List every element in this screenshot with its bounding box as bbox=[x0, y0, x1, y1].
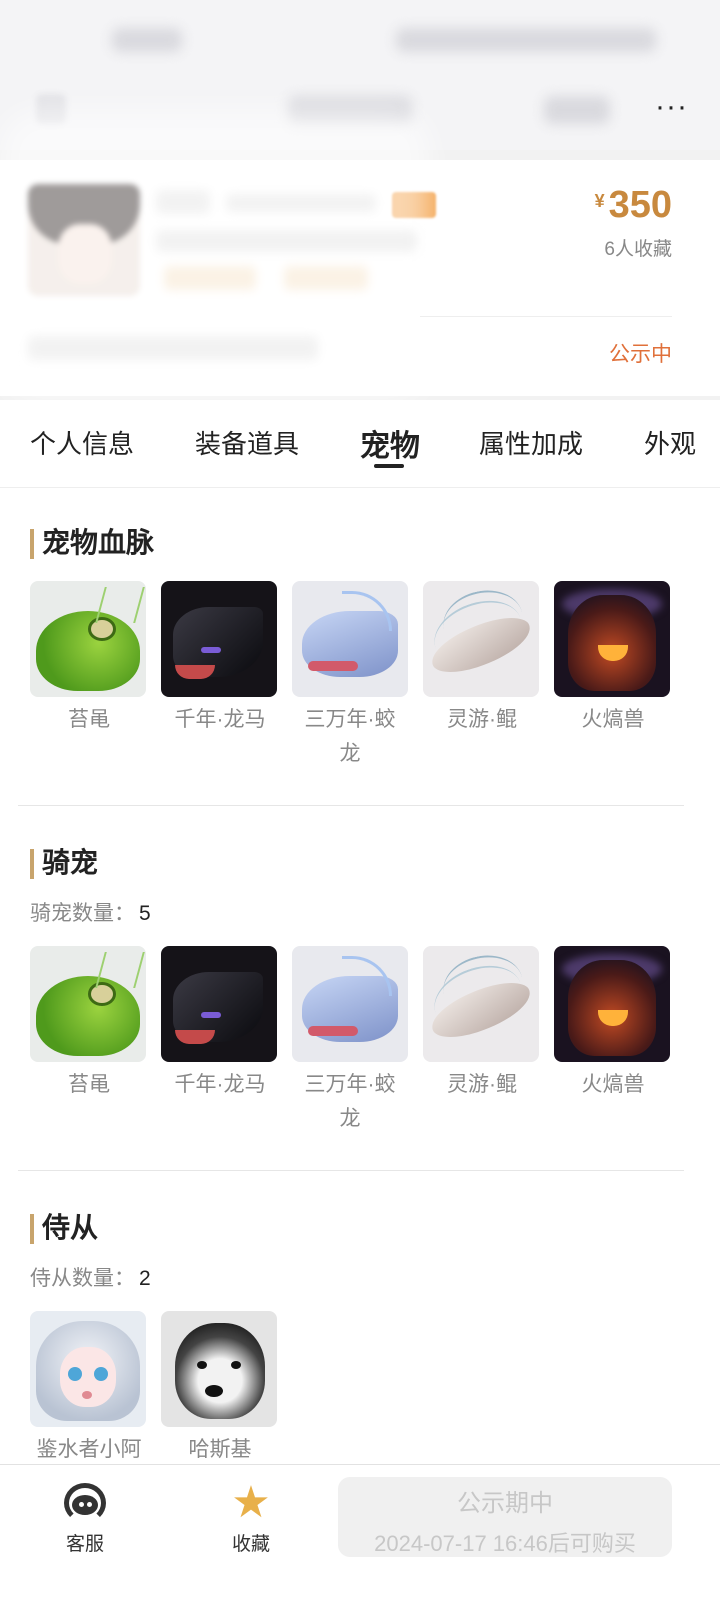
follower-name: 鉴水者小阿 bbox=[36, 1438, 142, 1461]
pet-item[interactable]: 千年·龙马 bbox=[161, 581, 279, 737]
count-label: 骑宠数量： bbox=[30, 902, 135, 925]
pet-name: 千年·龙马 bbox=[174, 708, 266, 731]
kun-icon bbox=[423, 581, 539, 697]
pet-name: 三万年·蛟龙 bbox=[304, 1073, 396, 1130]
tab-personal-info[interactable]: 个人信息 bbox=[30, 424, 134, 461]
section-divider bbox=[18, 805, 684, 806]
customer-service-button[interactable]: 客服 bbox=[40, 1481, 130, 1556]
follower-name: 哈斯基 bbox=[188, 1438, 252, 1461]
count-value: 2 bbox=[139, 1267, 151, 1290]
pet-item[interactable]: 三万年·蛟龙 bbox=[292, 946, 410, 1136]
privacy-blur bbox=[0, 110, 430, 400]
bottom-action-bar: 客服 ★ 收藏 公示期中 2024-07-17 16:46后可购买 bbox=[0, 1464, 720, 1608]
tab-equipment[interactable]: 装备道具 bbox=[195, 424, 299, 461]
follower-item[interactable]: 鉴水者小阿 bbox=[30, 1311, 148, 1464]
white-dragon-icon bbox=[292, 581, 408, 697]
blurred-nav-action[interactable] bbox=[544, 96, 610, 124]
buy-button-time: 2024-07-17 16:46后可购买 bbox=[374, 1531, 636, 1556]
moss-toad-icon bbox=[30, 946, 146, 1062]
favorite-button[interactable]: ★ 收藏 bbox=[206, 1481, 296, 1556]
pet-item[interactable]: 苔黾 bbox=[30, 946, 148, 1102]
count-label: 侍从数量： bbox=[30, 1267, 135, 1290]
status-bar bbox=[0, 0, 720, 80]
pet-name: 火熇兽 bbox=[581, 708, 645, 731]
pet-name: 苔黾 bbox=[68, 1073, 110, 1096]
husky-icon bbox=[161, 1311, 277, 1427]
headset-icon bbox=[62, 1481, 108, 1525]
silver-hair-girl-icon bbox=[30, 1311, 146, 1427]
star-icon: ★ bbox=[231, 1478, 271, 1527]
tab-attribute-bonus[interactable]: 属性加成 bbox=[479, 424, 583, 461]
pet-item[interactable]: 火熇兽 bbox=[554, 581, 672, 737]
black-dragon-icon bbox=[161, 581, 277, 697]
pet-item[interactable]: 灵游·鲲 bbox=[423, 946, 541, 1102]
pet-name: 苔黾 bbox=[68, 708, 110, 731]
section-title: 侍从 bbox=[30, 1211, 98, 1245]
fire-beast-icon bbox=[554, 946, 670, 1062]
section-title: 骑宠 bbox=[30, 846, 98, 880]
black-dragon-icon bbox=[161, 946, 277, 1062]
pet-item[interactable]: 苔黾 bbox=[30, 581, 148, 737]
customer-service-label: 客服 bbox=[65, 1534, 104, 1555]
status-badge: 公示中 bbox=[609, 343, 672, 366]
section-title: 宠物血脉 bbox=[30, 526, 154, 560]
pet-item[interactable]: 灵游·鲲 bbox=[423, 581, 541, 737]
pet-name: 千年·龙马 bbox=[174, 1073, 266, 1096]
favorite-label: 收藏 bbox=[231, 1534, 270, 1555]
buy-button[interactable]: 公示期中 2024-07-17 16:46后可购买 bbox=[338, 1477, 672, 1557]
mount-count: 骑宠数量： 5 bbox=[30, 897, 151, 927]
pet-name: 火熇兽 bbox=[581, 1073, 645, 1096]
moss-toad-icon bbox=[30, 581, 146, 697]
tab-appearance[interactable]: 外观 bbox=[644, 424, 696, 461]
section-divider bbox=[18, 1170, 684, 1171]
listing-card: ¥350 6人收藏 公示中 bbox=[0, 110, 720, 400]
blurred-time bbox=[112, 28, 182, 52]
price-amount: 350 bbox=[608, 184, 672, 226]
tab-indicator bbox=[374, 464, 404, 468]
tab-bar: 个人信息 装备道具 宠物 属性加成 外观 bbox=[0, 400, 720, 488]
pet-item[interactable]: 三万年·蛟龙 bbox=[292, 581, 410, 771]
white-dragon-icon bbox=[292, 946, 408, 1062]
pet-name: 三万年·蛟龙 bbox=[304, 708, 396, 765]
follower-count: 侍从数量： 2 bbox=[30, 1262, 151, 1292]
favorite-count: 6人收藏 bbox=[604, 239, 672, 260]
pet-name: 灵游·鲲 bbox=[447, 1073, 517, 1096]
currency-symbol: ¥ bbox=[594, 191, 605, 211]
pet-name: 灵游·鲲 bbox=[447, 708, 517, 731]
more-icon[interactable]: ··· bbox=[655, 92, 688, 122]
count-value: 5 bbox=[139, 902, 151, 925]
divider bbox=[420, 316, 672, 317]
fire-beast-icon bbox=[554, 581, 670, 697]
pet-item[interactable]: 千年·龙马 bbox=[161, 946, 279, 1102]
tab-pets[interactable]: 宠物 bbox=[360, 421, 420, 465]
blurred-status-icons bbox=[396, 28, 656, 52]
pets-content: 宠物血脉 苔黾 千年·龙马 三万年·蛟龙 灵游·鲲 火熇兽 骑宠 骑宠数量：5 bbox=[0, 488, 720, 1464]
price: ¥350 bbox=[595, 184, 672, 227]
kun-icon bbox=[423, 946, 539, 1062]
buy-button-status: 公示期中 bbox=[457, 1490, 553, 1517]
follower-item[interactable]: 哈斯基 bbox=[161, 1311, 279, 1464]
pet-item[interactable]: 火熇兽 bbox=[554, 946, 672, 1102]
